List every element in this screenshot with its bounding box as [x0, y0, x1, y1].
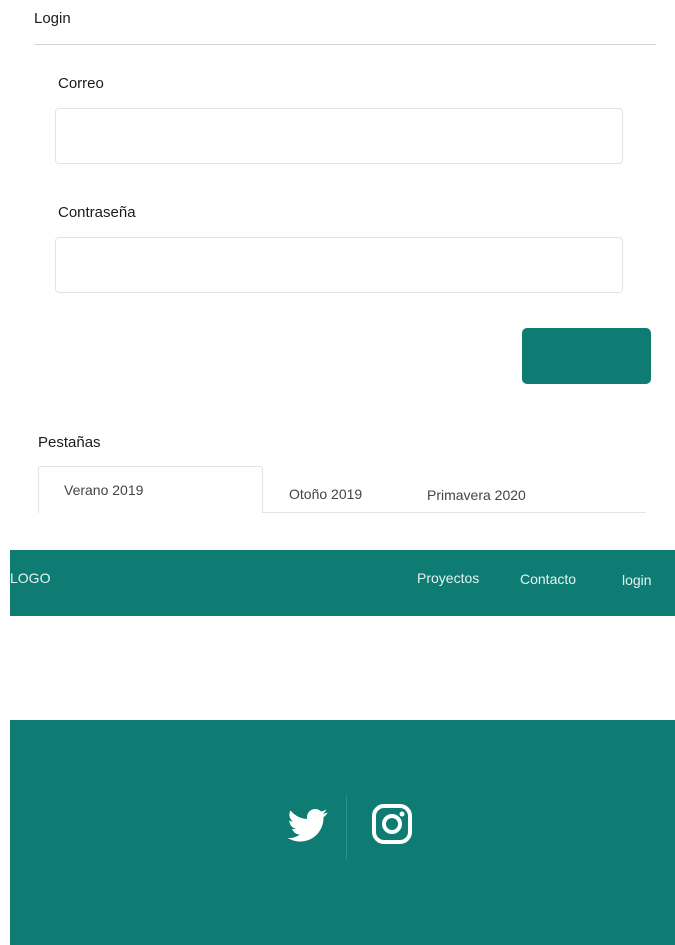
- tabs-baseline: [262, 512, 646, 513]
- twitter-icon[interactable]: [283, 805, 333, 845]
- tab-otono-2019[interactable]: Otoño 2019: [289, 486, 362, 502]
- tabs-title: Pestañas: [38, 434, 101, 451]
- login-title: Login: [34, 10, 71, 27]
- submit-button[interactable]: [522, 328, 651, 384]
- instagram-icon[interactable]: [370, 802, 414, 846]
- password-input[interactable]: [55, 237, 623, 293]
- password-label: Contraseña: [58, 204, 136, 221]
- tab-verano-2019[interactable]: Verano 2019: [38, 466, 263, 513]
- email-input[interactable]: [55, 108, 623, 164]
- tab-primavera-2020[interactable]: Primavera 2020: [427, 487, 526, 503]
- footer: [10, 720, 675, 945]
- nav-link-contacto[interactable]: Contacto: [520, 571, 576, 587]
- nav-link-login[interactable]: login: [622, 572, 652, 588]
- nav-logo[interactable]: LOGO: [10, 570, 50, 586]
- footer-divider: [346, 795, 347, 860]
- nav-link-proyectos[interactable]: Proyectos: [417, 570, 479, 586]
- email-label: Correo: [58, 75, 104, 92]
- login-divider: [34, 44, 656, 45]
